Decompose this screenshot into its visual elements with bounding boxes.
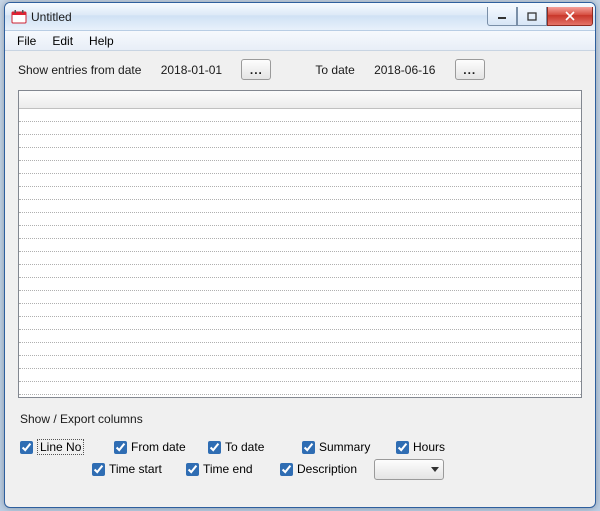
maximize-button[interactable]	[517, 7, 547, 26]
label-from-date: From date	[131, 440, 186, 454]
from-date-label: Show entries from date	[18, 63, 141, 77]
label-hours: Hours	[413, 440, 445, 454]
grid-row[interactable]	[19, 317, 581, 330]
columns-row-1: Line No From date To date Summary Hours	[18, 436, 582, 458]
grid-body	[19, 109, 581, 397]
menubar: File Edit Help	[5, 31, 595, 51]
entries-grid[interactable]	[18, 90, 582, 398]
grid-row[interactable]	[19, 278, 581, 291]
to-date-picker-button[interactable]: ...	[455, 59, 485, 80]
chevron-down-icon	[431, 467, 439, 472]
app-icon	[11, 9, 27, 25]
label-summary: Summary	[319, 440, 370, 454]
grid-row[interactable]	[19, 304, 581, 317]
minimize-button[interactable]	[487, 7, 517, 26]
client-area: Show entries from date 2018-01-01 ... To…	[12, 51, 588, 500]
from-date-value: 2018-01-01	[151, 63, 231, 77]
export-format-combo[interactable]	[374, 459, 444, 480]
grid-row[interactable]	[19, 239, 581, 252]
grid-row[interactable]	[19, 174, 581, 187]
checkbox-line-no[interactable]	[20, 441, 33, 454]
menu-help[interactable]: Help	[81, 32, 122, 50]
window-buttons	[487, 7, 593, 26]
close-button[interactable]	[547, 7, 593, 26]
checkbox-from-date[interactable]	[114, 441, 127, 454]
to-date-label: To date	[315, 63, 354, 77]
menu-edit[interactable]: Edit	[44, 32, 81, 50]
grid-row[interactable]	[19, 135, 581, 148]
label-to-date: To date	[225, 440, 264, 454]
from-date-picker-button[interactable]: ...	[241, 59, 271, 80]
checkbox-time-start[interactable]	[92, 463, 105, 476]
menu-file[interactable]: File	[9, 32, 44, 50]
grid-row[interactable]	[19, 343, 581, 356]
grid-row[interactable]	[19, 226, 581, 239]
grid-row[interactable]	[19, 148, 581, 161]
columns-row-2: Time start Time end Description	[18, 458, 582, 480]
label-line-no: Line No	[37, 439, 84, 455]
window-title: Untitled	[31, 10, 487, 24]
grid-header[interactable]	[19, 91, 581, 109]
checkbox-hours[interactable]	[396, 441, 409, 454]
label-description: Description	[297, 462, 357, 476]
grid-row[interactable]	[19, 369, 581, 382]
to-date-value: 2018-06-16	[365, 63, 445, 77]
grid-row[interactable]	[19, 161, 581, 174]
checkbox-summary[interactable]	[302, 441, 315, 454]
checkbox-time-end[interactable]	[186, 463, 199, 476]
checkbox-to-date[interactable]	[208, 441, 221, 454]
grid-row[interactable]	[19, 122, 581, 135]
label-time-end: Time end	[203, 462, 253, 476]
grid-row[interactable]	[19, 200, 581, 213]
grid-row[interactable]	[19, 265, 581, 278]
grid-row[interactable]	[19, 187, 581, 200]
columns-group: Show / Export columns Line No From date …	[18, 412, 582, 480]
grid-row[interactable]	[19, 291, 581, 304]
checkbox-description[interactable]	[280, 463, 293, 476]
app-window: Untitled File Edit Help Show entries fro…	[4, 2, 596, 508]
grid-row[interactable]	[19, 213, 581, 226]
grid-row[interactable]	[19, 382, 581, 395]
titlebar: Untitled	[5, 3, 595, 31]
date-filter-row: Show entries from date 2018-01-01 ... To…	[12, 51, 588, 90]
columns-group-title: Show / Export columns	[18, 412, 582, 426]
grid-row[interactable]	[19, 330, 581, 343]
grid-row[interactable]	[19, 109, 581, 122]
label-time-start: Time start	[109, 462, 162, 476]
grid-row[interactable]	[19, 252, 581, 265]
grid-row[interactable]	[19, 356, 581, 369]
